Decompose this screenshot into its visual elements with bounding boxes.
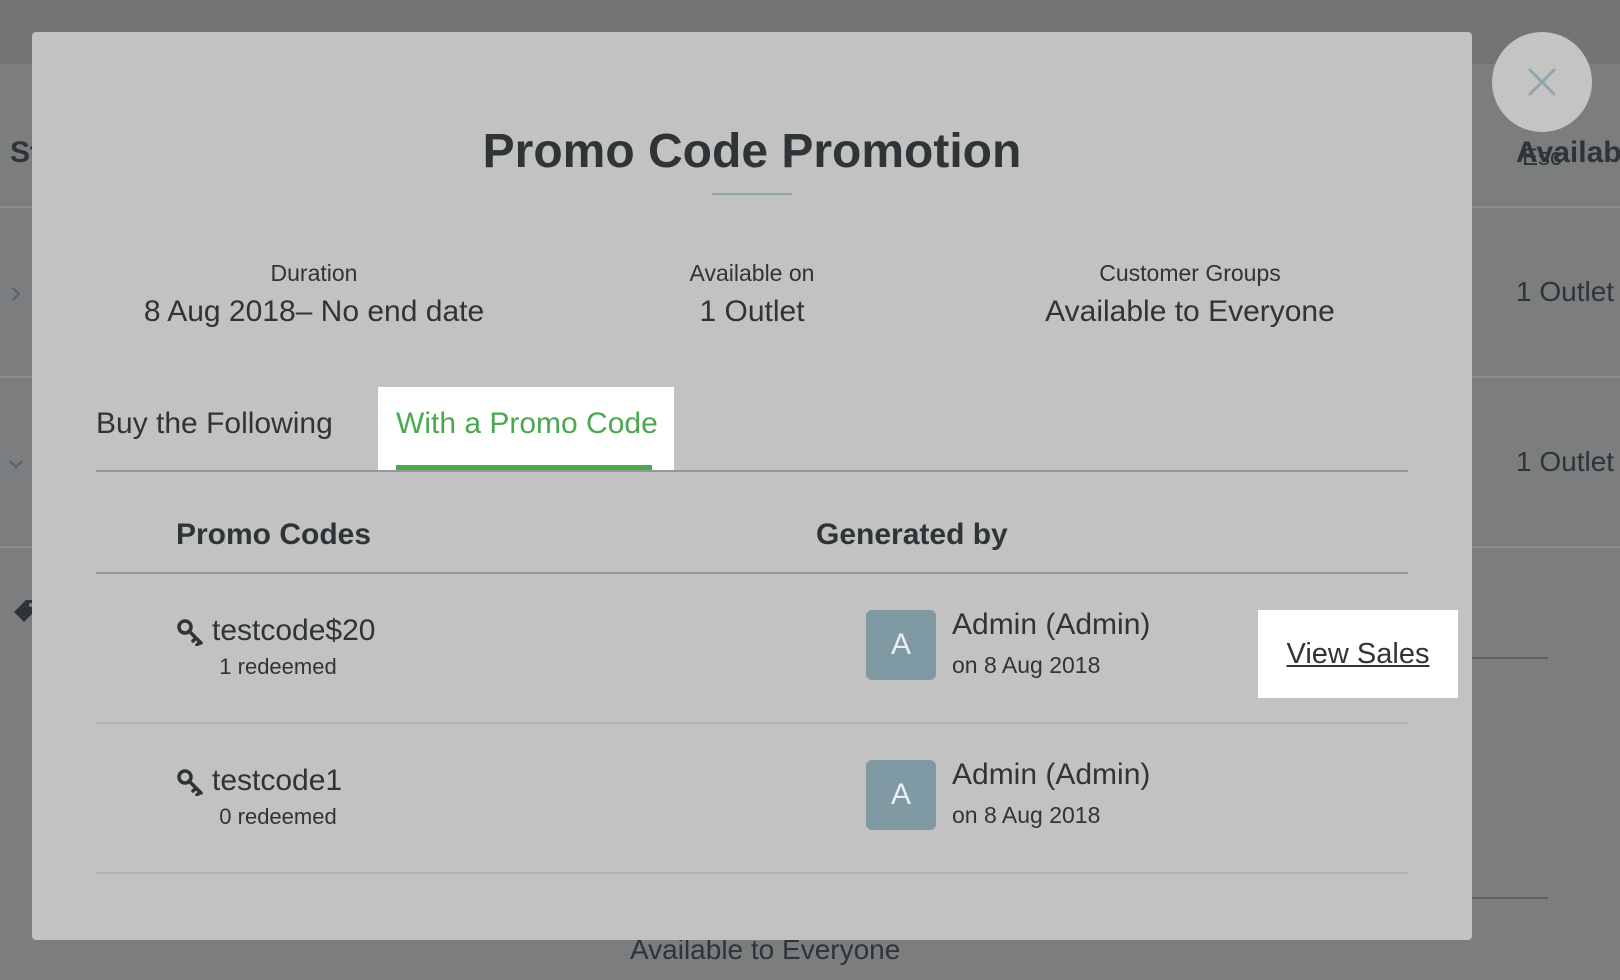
available-on-info: Available on 1 Outlet [552, 260, 952, 329]
duration-value: 8 Aug 2018– No end date [143, 295, 485, 328]
esc-hint: Esc [1521, 144, 1562, 171]
avatar: A [866, 610, 936, 680]
background-row-outlets: 1 Outlet [1516, 276, 1615, 307]
generated-on-date: on 8 Aug 2018 [952, 652, 1101, 678]
redeemed-count: 0 redeemed [219, 804, 337, 829]
available-on-label: Available on [689, 260, 815, 286]
generated-by-name: Admin (Admin) [952, 608, 1151, 641]
generated-on-date: on 8 Aug 2018 [952, 802, 1101, 828]
promo-code: testcode1 [212, 764, 343, 797]
title-divider [712, 193, 792, 195]
background-line [1472, 897, 1548, 899]
available-on-value: 1 Outlet [699, 295, 805, 328]
duration-info: Duration 8 Aug 2018– No end date [114, 260, 514, 329]
customer-groups-label: Customer Groups [1099, 260, 1281, 286]
close-button[interactable] [1492, 32, 1592, 132]
tab-label: Buy the Following [96, 407, 333, 440]
tab-with-a-promo-code[interactable]: With a Promo Code [378, 387, 674, 471]
tabs-divider [96, 470, 1408, 472]
redeemed-count: 1 redeemed [219, 654, 337, 679]
key-icon [177, 619, 203, 646]
column-header-generated-by: Generated by [816, 518, 1008, 551]
promotion-modal: Promo Code Promotion Duration 8 Aug 2018… [32, 32, 1472, 940]
tab-buy-the-following[interactable]: Buy the Following [96, 387, 346, 471]
close-icon [1528, 68, 1556, 96]
table-row: testcode$20 1 redeemed A Admin (Admin) o… [96, 574, 1458, 724]
tab-label: With a Promo Code [396, 407, 658, 440]
generated-by-name: Admin (Admin) [952, 758, 1151, 791]
avatar: A [866, 760, 936, 830]
customer-groups-info: Customer Groups Available to Everyone [990, 260, 1390, 329]
background-line [1472, 657, 1548, 659]
duration-label: Duration [270, 260, 358, 286]
promo-code: testcode$20 [212, 614, 376, 647]
table-row: testcode1 0 redeemed A Admin (Admin) on … [96, 724, 1408, 874]
customer-groups-value: Available to Everyone [1045, 295, 1335, 328]
chevron-down-icon[interactable] [8, 456, 24, 472]
modal-title: Promo Code Promotion [482, 125, 1022, 178]
column-header-promo-codes: Promo Codes [176, 518, 372, 551]
chevron-right-icon[interactable] [8, 286, 24, 302]
key-icon [177, 769, 203, 796]
row-divider [96, 872, 1408, 874]
background-row-outlets: 1 Outlet [1516, 446, 1615, 477]
view-sales-link[interactable]: View Sales [1258, 610, 1458, 698]
